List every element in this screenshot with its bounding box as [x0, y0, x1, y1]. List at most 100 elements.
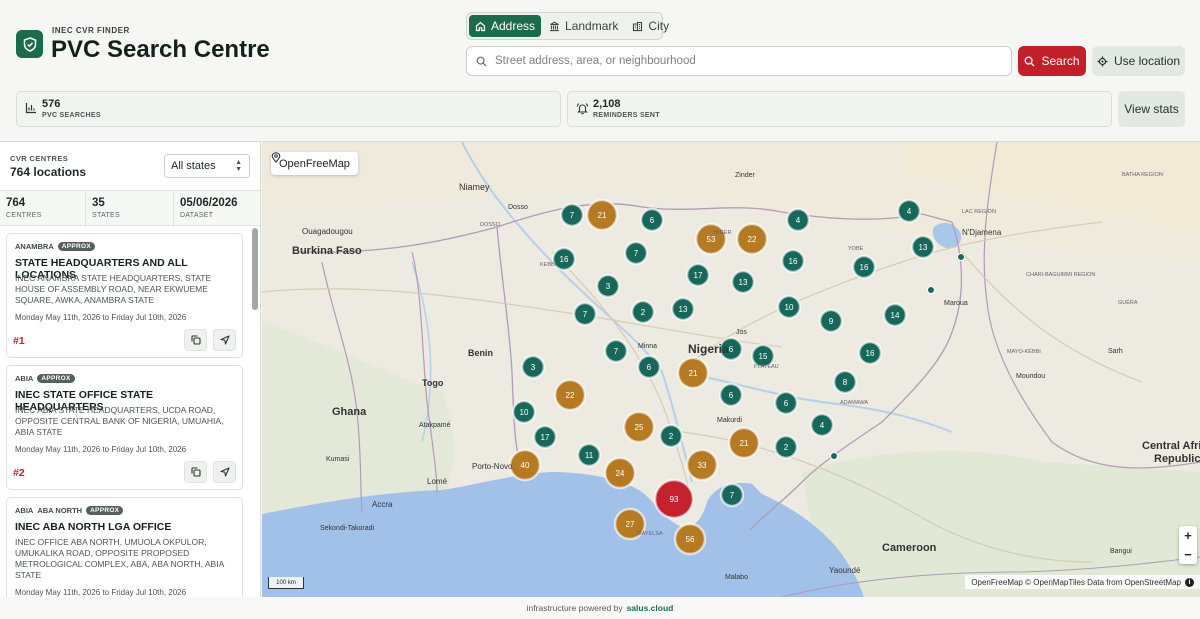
- label-atakpame: Atakpamé: [419, 422, 451, 429]
- cluster-count: 7: [634, 249, 639, 258]
- cluster-marker[interactable]: 16: [780, 248, 806, 274]
- map-view[interactable]: 7 21 6 53 22 4 4 13 16 7 17 16 16 3 13 7 2 13 10 9 14 7 6 6 15 16…: [262, 141, 1200, 597]
- card-dates: Monday May 11th, 2026 to Friday Jul 10th…: [15, 588, 187, 597]
- cluster-count: 22: [566, 391, 575, 400]
- cluster-marker[interactable]: 16: [851, 254, 877, 280]
- label-minna: Minna: [638, 343, 658, 350]
- tab-landmark[interactable]: Landmark: [543, 15, 624, 37]
- card-address: INEC ANAMBRA STATE HEADQUARTERS, STATE H…: [15, 273, 212, 305]
- card-dates: Monday May 11th, 2026 to Friday Jul 10th…: [15, 445, 187, 454]
- tab-address[interactable]: Address: [469, 15, 542, 37]
- cluster-marker[interactable]: 11: [576, 442, 602, 468]
- cluster-marker[interactable]: 6: [773, 390, 799, 416]
- tab-city[interactable]: City: [626, 15, 675, 37]
- cluster-marker[interactable]: 13: [910, 234, 936, 260]
- cluster-marker[interactable]: 16: [857, 340, 883, 366]
- card-state: ANAMBRA: [15, 242, 54, 251]
- directions-button[interactable]: [213, 461, 236, 483]
- cluster-marker[interactable]: 7: [572, 301, 598, 327]
- cluster-count: 4: [820, 421, 825, 430]
- info-icon[interactable]: i: [1185, 577, 1194, 587]
- cluster-marker[interactable]: 33: [685, 448, 719, 482]
- search-icon: [476, 56, 487, 66]
- cluster-marker[interactable]: 10: [776, 294, 802, 320]
- cluster-marker[interactable]: 4: [785, 207, 811, 233]
- cluster-marker[interactable]: 14: [882, 302, 908, 328]
- footer-brand-link[interactable]: salus.cloud: [627, 603, 674, 613]
- label-sarh: Sarh: [1108, 348, 1123, 355]
- searches-value: 576: [42, 98, 61, 110]
- cluster-marker[interactable]: 53: [694, 222, 728, 256]
- state-filter-select[interactable]: All states ▲ ▼: [164, 154, 250, 178]
- cluster-count: 2: [641, 308, 646, 317]
- cluster-count: 53: [707, 235, 716, 244]
- cluster-marker[interactable]: 21: [585, 198, 619, 232]
- cluster-marker[interactable]: 17: [685, 262, 711, 288]
- cluster-marker[interactable]: 13: [730, 269, 756, 295]
- cluster-marker[interactable]: 21: [676, 356, 710, 390]
- label-niamey: Niamey: [459, 182, 490, 192]
- cluster-marker[interactable]: 10: [511, 399, 537, 425]
- cluster-marker[interactable]: 7: [623, 240, 649, 266]
- use-location-button[interactable]: Use location: [1092, 46, 1185, 76]
- header: INEC CVR FINDER PVC Search Centre Addres…: [0, 0, 1200, 86]
- point-marker[interactable]: [830, 452, 838, 460]
- cluster-marker[interactable]: 2: [658, 423, 684, 449]
- point-marker[interactable]: [957, 253, 965, 261]
- map-source-badge[interactable]: OpenFreeMap: [271, 152, 358, 175]
- cluster-marker[interactable]: 22: [553, 378, 587, 412]
- cluster-marker[interactable]: 2: [773, 434, 799, 460]
- cluster-marker[interactable]: 6: [636, 354, 662, 380]
- cluster-marker[interactable]: 25: [622, 410, 656, 444]
- cluster-marker[interactable]: 4: [896, 198, 922, 224]
- view-stats-button[interactable]: View stats: [1118, 91, 1185, 127]
- reminders-label: REMINDERS SENT: [593, 112, 660, 119]
- centre-card[interactable]: ANAMBRA APPROX STATE HEADQUARTERS AND AL…: [6, 233, 243, 358]
- cluster-marker[interactable]: 13: [670, 296, 696, 322]
- map-source-label: OpenFreeMap: [279, 157, 350, 170]
- cluster-count: 21: [689, 369, 698, 378]
- copy-button[interactable]: [184, 329, 207, 351]
- cluster-marker[interactable]: 6: [639, 207, 665, 233]
- cluster-marker[interactable]: 7: [719, 482, 745, 508]
- point-marker[interactable]: [927, 286, 935, 294]
- home-icon: [475, 21, 486, 31]
- cluster-marker[interactable]: 16: [551, 246, 577, 272]
- cluster-marker[interactable]: 56: [673, 522, 707, 556]
- card-state: ABIA: [15, 374, 34, 383]
- search-button[interactable]: Search: [1018, 46, 1086, 76]
- cluster-count: 3: [606, 282, 611, 291]
- zoom-out-button[interactable]: −: [1179, 545, 1197, 564]
- attribution-text[interactable]: OpenFreeMap © OpenMapTiles Data from Ope…: [971, 578, 1181, 587]
- copy-icon: [190, 335, 201, 345]
- label-cameroon: Cameroon: [882, 542, 937, 554]
- cluster-count: 93: [670, 495, 679, 504]
- zoom-in-button[interactable]: +: [1179, 526, 1197, 545]
- cluster-marker[interactable]: 40: [508, 448, 542, 482]
- cluster-marker[interactable]: 24: [603, 456, 637, 490]
- search-input[interactable]: [495, 55, 985, 67]
- cluster-marker[interactable]: 8: [832, 369, 858, 395]
- cluster-marker[interactable]: 4: [809, 412, 835, 438]
- cluster-marker[interactable]: 3: [595, 273, 621, 299]
- cluster-marker[interactable]: 6: [718, 382, 744, 408]
- cluster-marker[interactable]: 2: [630, 299, 656, 325]
- cluster-marker[interactable]: 17: [532, 424, 558, 450]
- label-ghana: Ghana: [332, 406, 367, 418]
- cluster-marker[interactable]: 7: [603, 338, 629, 364]
- tab-city-label: City: [648, 19, 670, 33]
- cluster-marker[interactable]: 93: [653, 478, 695, 520]
- cluster-marker[interactable]: 21: [727, 426, 761, 460]
- label-togo: Togo: [422, 378, 444, 388]
- summary-centres-value: 764: [6, 197, 26, 209]
- cluster-marker[interactable]: 22: [735, 222, 769, 256]
- label-jos: Jos: [736, 329, 747, 336]
- cluster-marker[interactable]: 9: [818, 308, 844, 334]
- directions-button[interactable]: [213, 329, 236, 351]
- centre-card[interactable]: ABIA APPROX INEC STATE OFFICE STATE HEAD…: [6, 365, 243, 490]
- cluster-marker[interactable]: 3: [520, 354, 546, 380]
- list-scrollbar[interactable]: [252, 228, 258, 310]
- centre-card[interactable]: ABIA ABA NORTH APPROX INEC ABA NORTH LGA…: [6, 497, 243, 597]
- copy-button[interactable]: [184, 461, 207, 483]
- cluster-marker[interactable]: 7: [559, 202, 585, 228]
